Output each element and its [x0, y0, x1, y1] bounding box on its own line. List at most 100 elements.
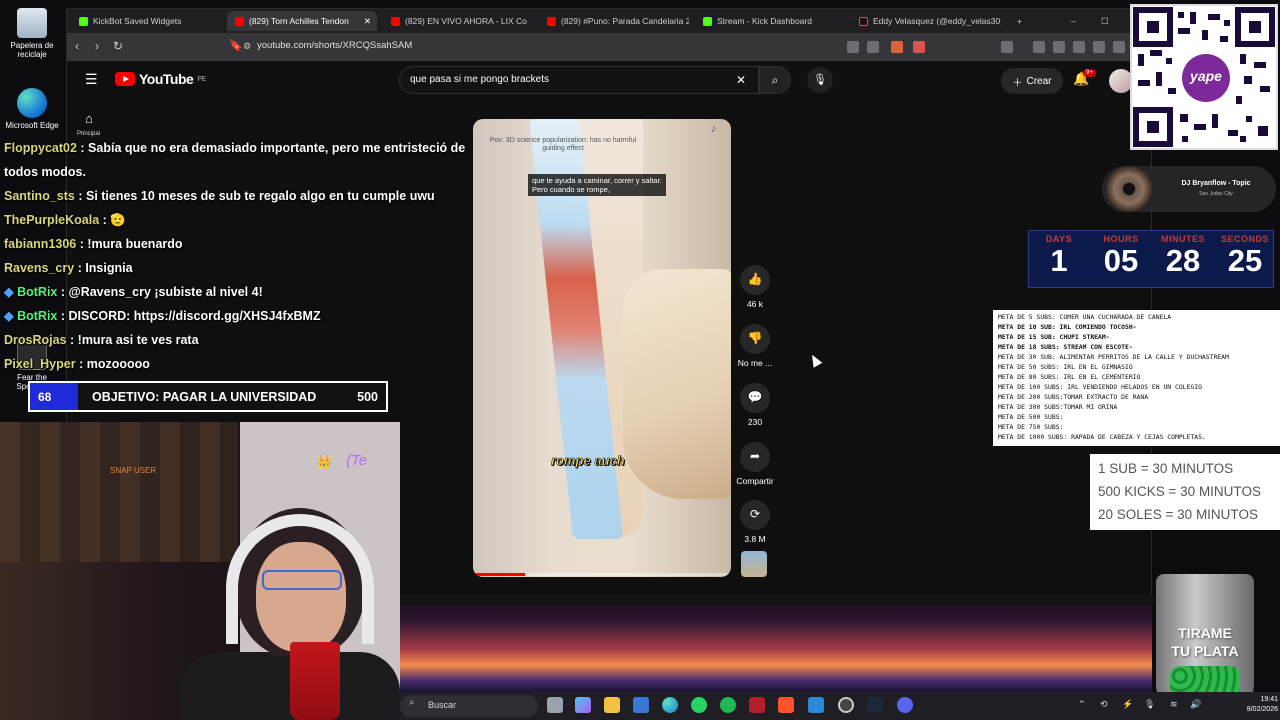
chat-username: BotRix — [17, 309, 58, 323]
hamburger-menu-icon[interactable]: ☰ — [85, 71, 98, 88]
yape-logo-text: yape — [1190, 68, 1222, 84]
voice-search-button[interactable]: 🎙 — [807, 67, 833, 93]
extension-icon[interactable] — [1001, 41, 1013, 53]
now-playing-title: DJ Bryanflow - Topic — [1181, 180, 1251, 187]
sidebar-icon[interactable] — [1053, 41, 1065, 53]
microphone-icon[interactable]: 🎙 — [1144, 699, 1155, 710]
media-icon[interactable] — [1033, 41, 1045, 53]
file-explorer-icon[interactable] — [604, 697, 620, 713]
chat-message: ◆ BotRix : DISCORD: https://discord.gg/X… — [4, 304, 484, 328]
remix-icon: ⟳ — [740, 500, 770, 530]
notepad-icon[interactable] — [808, 697, 824, 713]
thumbs-up-icon: 👍 — [740, 265, 770, 295]
vpn-icon[interactable] — [1113, 41, 1125, 53]
tab-label: Stream - Kick Dashboard — [717, 16, 812, 26]
snap-user-text: SNAP USER — [110, 466, 157, 475]
rate-line: 500 KICKS = 30 MINUTOS — [1098, 484, 1261, 499]
capcut-icon[interactable] — [749, 697, 765, 713]
chat-message: fabiann1306 : !mura buenardo — [4, 232, 484, 256]
clock-time: 19:41 — [1260, 696, 1278, 703]
comments-button[interactable]: 💬 230 — [733, 383, 777, 427]
forward-icon[interactable]: › — [95, 39, 99, 53]
brave-shield-icon[interactable] — [891, 41, 903, 53]
tray-chevron-icon[interactable]: ⌃ — [1078, 699, 1086, 710]
home-icon[interactable]: ⌂ — [85, 111, 93, 126]
chat-message: ◆ BotRix : @Ravens_cry ¡subiste al nivel… — [4, 280, 484, 304]
volume-icon[interactable]: 🔊 — [1190, 699, 1201, 710]
goal-line: META DE 100 SUBS: IRL VENDIENDO HELADOS … — [998, 383, 1202, 391]
bookmark-icon[interactable]: 🔖 — [229, 39, 243, 52]
chat-username: Santino_sts — [4, 189, 75, 203]
search-button[interactable]: ⌕ — [759, 66, 791, 94]
youtube-favicon-icon — [547, 16, 556, 26]
network-icon[interactable]: ⚡ — [1122, 699, 1133, 710]
goal-line: META DE 10 SUB: IRL COMIENDO TOCOSH- — [998, 323, 1137, 331]
spotify-icon[interactable] — [720, 697, 736, 713]
minimize-button[interactable]: – — [1069, 11, 1085, 31]
like-button[interactable]: 👍 46 k — [733, 265, 777, 309]
edge-desktop-icon[interactable]: Microsoft Edge — [2, 88, 62, 130]
new-tab-button[interactable]: + — [1013, 11, 1033, 31]
goal-line: META DE 200 SUBS:TOMAR EXTRACTO DE RANA — [998, 393, 1149, 401]
subathon-rates-panel: 1 SUB = 30 MINUTOS 500 KICKS = 30 MINUTO… — [1090, 454, 1280, 530]
leo-ai-icon[interactable] — [1093, 41, 1105, 53]
taskbar-search[interactable]: Buscar — [400, 695, 538, 717]
whatsapp-icon[interactable] — [691, 697, 707, 713]
store-icon[interactable] — [633, 697, 649, 713]
subtitle-line: Pero cuando se rompe, — [532, 185, 610, 194]
stream-chat-overlay: Floppycat02 : Sabía que no era demasiado… — [4, 136, 484, 376]
remix-button[interactable]: ⟳ 3.8 M — [733, 500, 777, 544]
maximize-button[interactable]: ☐ — [1099, 11, 1115, 31]
copilot-icon[interactable] — [575, 697, 591, 713]
shorts-video-player[interactable]: ♪ Pov: 3D science popularization: has no… — [473, 119, 731, 577]
task-view-icon[interactable] — [547, 697, 563, 713]
dislike-button[interactable]: 👎 No me ... — [733, 324, 777, 368]
crown-text: {Te — [346, 452, 368, 469]
search-input[interactable]: que pasa si me pongo brackets ✕ — [399, 66, 759, 94]
wallet-icon[interactable] — [1073, 41, 1085, 53]
video-progress-bar[interactable] — [473, 573, 731, 576]
chat-text: : Sabía que no era demasiado importante,… — [80, 141, 466, 155]
tab-youtube-3[interactable]: (829) #Puno: Parada Candelaria 20 — [539, 11, 689, 31]
tab-bar: KickBot Saved Widgets (829) Torn Achille… — [67, 9, 1153, 33]
share-button[interactable]: ➦ Compartir — [733, 442, 777, 486]
cast-icon[interactable] — [847, 41, 859, 53]
recycle-bin-desktop-icon[interactable]: Papelera de reciclaje — [2, 8, 62, 59]
tab-youtube-active[interactable]: (829) Torn Achilles Tendon ✕ — [227, 11, 377, 31]
site-info-icon[interactable]: ⚙ — [243, 41, 251, 52]
goal-line: META DE 750 SUBS: — [998, 423, 1064, 431]
url-text[interactable]: youtube.com/shorts/XRCQSsahSAM — [257, 40, 412, 51]
taskbar-clock[interactable]: 19:41 8/02/2026 — [1232, 695, 1278, 715]
chat-message: todos modos. — [4, 160, 484, 184]
obs-icon[interactable] — [838, 697, 854, 713]
tab-youtube-2[interactable]: (829) EN VIVO AHORA - LIX Co — [383, 11, 533, 31]
reload-icon[interactable]: ↻ — [113, 39, 123, 53]
comment-count: 230 — [747, 417, 763, 427]
tab-kickbot[interactable]: KickBot Saved Widgets — [71, 11, 221, 31]
recycle-bin-icon — [17, 8, 47, 38]
youtube-logo[interactable]: YouTube PE — [115, 71, 206, 87]
brave-rewards-icon[interactable] — [913, 41, 925, 53]
tab-tiktok[interactable]: Eddy Velasquez (@eddy_velas30) — [851, 11, 1001, 31]
chat-username: Ravens_cry — [4, 261, 75, 275]
tip-jar: TIRAME TU PLATA — [1156, 574, 1254, 704]
back-icon[interactable]: ‹ — [75, 39, 79, 53]
desktop-icon-label: Microsoft Edge — [5, 121, 59, 130]
countdown-value: 28 — [1165, 243, 1201, 278]
tab-close-icon[interactable]: ✕ — [364, 16, 377, 27]
sound-thumbnail[interactable] — [741, 551, 767, 577]
discord-icon[interactable] — [897, 697, 913, 713]
chat-message: Floppycat02 : Sabía que no era demasiado… — [4, 136, 484, 160]
tray-app-icon[interactable]: ⟲ — [1100, 699, 1108, 710]
edge-icon[interactable] — [662, 697, 678, 713]
tab-kick-dashboard[interactable]: Stream - Kick Dashboard — [695, 11, 845, 31]
wifi-icon[interactable]: ≋ — [1170, 699, 1178, 710]
create-button[interactable]: ＋ Crear — [1001, 68, 1063, 94]
video-subtitle-box: que te ayuda a caminar, correr y saltar.… — [528, 174, 666, 196]
brave-icon[interactable] — [778, 697, 794, 713]
clear-search-icon[interactable]: ✕ — [736, 73, 746, 87]
dislike-label: No me ... — [737, 358, 773, 368]
steam-icon[interactable] — [867, 697, 883, 713]
music-note-icon[interactable]: ♪ — [711, 123, 717, 135]
share-page-icon[interactable] — [867, 41, 879, 53]
